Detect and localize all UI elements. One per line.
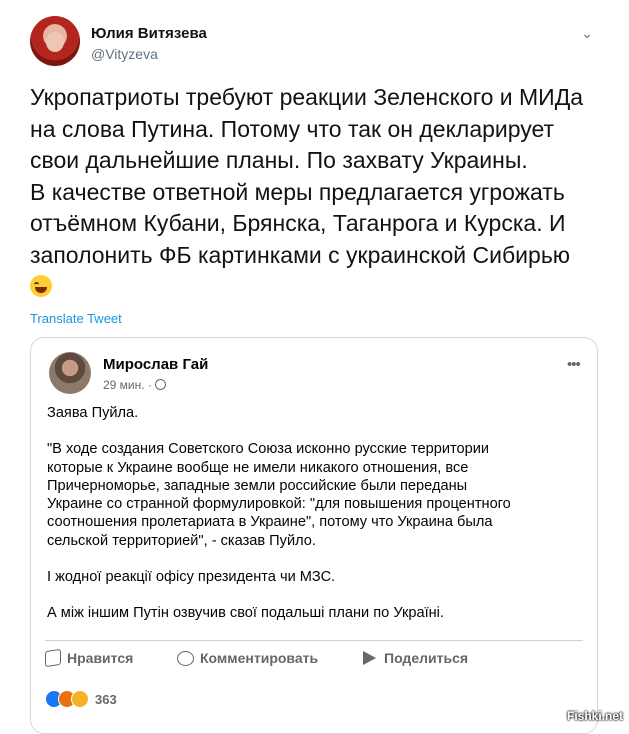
- quoted-post-body: Заява Пуйла. "В ходе создания Советского…: [47, 404, 587, 623]
- comment-icon: [177, 650, 194, 666]
- quoted-paragraph: І жодної реакції офісу президента чи МЗС…: [47, 569, 336, 586]
- more-icon[interactable]: •••: [567, 356, 581, 373]
- quoted-paragraph: Заява Пуйла.: [47, 405, 139, 421]
- quoted-paragraph: А між іншим Путін озвучив свої подальші …: [47, 605, 444, 622]
- quoted-post[interactable]: Мирослав Гай 29 мин. · ••• Заява Пуйла. …: [30, 337, 598, 734]
- like-label: Нравится: [67, 650, 134, 666]
- comment-button[interactable]: Комментировать: [177, 650, 318, 666]
- thumbs-up-icon: [45, 648, 61, 668]
- more-icon[interactable]: ⌄: [580, 26, 594, 40]
- like-button[interactable]: Нравится: [45, 648, 134, 668]
- author-name[interactable]: Юлия Витязева: [91, 25, 207, 42]
- author-handle[interactable]: @Vityzeva: [91, 46, 158, 62]
- laughing-tears-emoji: [30, 275, 52, 297]
- reactions-summary[interactable]: 363: [45, 690, 117, 708]
- share-button[interactable]: Поделиться: [363, 650, 468, 666]
- comment-label: Комментировать: [200, 650, 319, 666]
- tweet-text: Укропатриоты требуют реакции Зеленского …: [30, 82, 620, 303]
- quoted-post-time: 29 мин. ·: [103, 378, 166, 392]
- post-actions: Нравится Комментировать Поделиться: [45, 648, 585, 670]
- wow-reaction-icon: [71, 690, 89, 708]
- share-label: Поделиться: [384, 650, 469, 666]
- post-time-text: 29 мин. ·: [103, 378, 152, 392]
- globe-icon: [154, 379, 166, 390]
- tweet: Юлия Витязева @Vityzeva ⌄ Укропатриоты т…: [0, 0, 629, 734]
- divider: [45, 640, 583, 641]
- author-avatar[interactable]: [30, 16, 80, 66]
- share-icon: [363, 651, 376, 665]
- translate-tweet-link[interactable]: Translate Tweet: [30, 311, 122, 326]
- quoted-author-avatar[interactable]: [49, 352, 91, 394]
- quoted-paragraph: "В ходе создания Советского Союза исконн…: [47, 441, 511, 549]
- reactions-count: 363: [95, 691, 117, 707]
- tweet-body: Укропатриоты требуют реакции Зеленского …: [30, 84, 584, 268]
- quoted-author-name[interactable]: Мирослав Гай: [103, 356, 208, 373]
- watermark: Fishki.net: [567, 709, 624, 723]
